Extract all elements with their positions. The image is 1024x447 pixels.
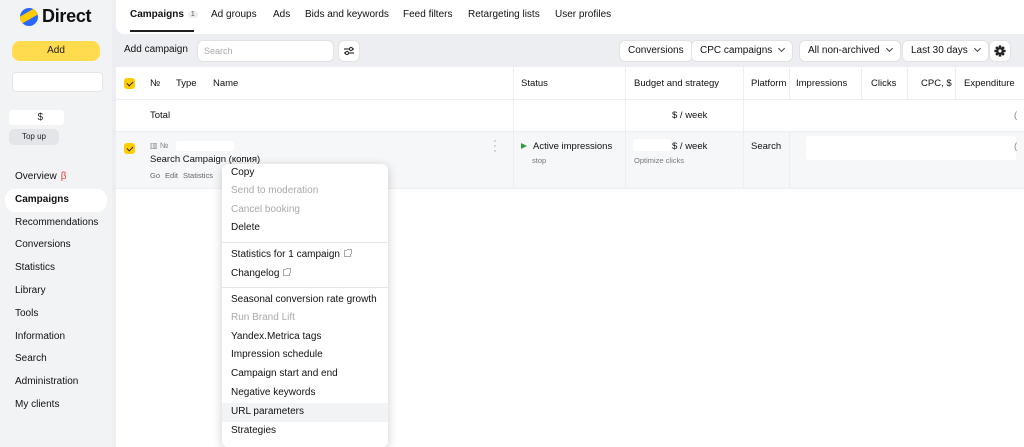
menu-item-copy[interactable]: Copy — [222, 164, 388, 183]
menu-item-send-to-moderation: Send to moderation — [231, 185, 319, 196]
menu-item-negative-keywords[interactable]: Negative keywords — [222, 384, 388, 403]
account-selector[interactable] — [12, 72, 103, 92]
campaign-type-dropdown[interactable]: CPC campaigns — [691, 40, 794, 62]
menu-divider — [222, 242, 388, 243]
menu-item-statistics-campaign[interactable]: Statistics for 1 campaign — [222, 246, 388, 265]
menu-item-brand-lift: Run Brand Lift — [231, 312, 295, 323]
tab-bids-keywords[interactable]: Bids and keywords — [305, 9, 389, 20]
logo-text: Direct — [42, 6, 92, 26]
tab-user-profiles[interactable]: User profiles — [555, 9, 611, 20]
period-dropdown[interactable]: Last 30 days — [902, 40, 989, 62]
sidebar-item-administration[interactable]: Administration — [5, 371, 107, 394]
chevron-down-icon — [778, 44, 786, 53]
dropdown-value: CPC campaigns — [700, 45, 773, 56]
top-up-button[interactable]: Top up — [9, 129, 59, 145]
add-campaign-button[interactable]: Add campaign — [116, 40, 196, 62]
sidebar: Direct Add $ Top up Overview β Campaigns … — [0, 0, 112, 447]
top-nav: Campaigns 1 Ad groups Ads Bids and keywor… — [116, 0, 1024, 34]
menu-item-campaign-start-end[interactable]: Campaign start and end — [222, 365, 388, 384]
yandex-direct-logo-icon — [20, 7, 38, 26]
sidebar-item-statistics[interactable]: Statistics — [5, 257, 107, 280]
external-link-icon — [343, 249, 352, 257]
sidebar-item-conversions[interactable]: Conversions — [5, 234, 107, 257]
menu-item-label: Statistics for 1 campaign — [231, 249, 340, 260]
chevron-down-icon — [885, 44, 893, 53]
sidebar-item-search[interactable]: Search — [5, 348, 107, 371]
dropdown-value: Last 30 days — [911, 45, 968, 56]
balance-display: $ — [9, 110, 64, 125]
tab-retargeting-lists[interactable]: Retargeting lists — [468, 9, 540, 20]
conversions-button[interactable]: Conversions — [619, 40, 693, 62]
sidebar-item-tools[interactable]: Tools — [5, 303, 107, 326]
active-tab-indicator — [130, 30, 194, 32]
menu-item-url-parameters[interactable]: URL parameters — [222, 403, 388, 422]
total-trailing-value: ( — [1014, 110, 1018, 121]
menu-item-delete[interactable]: Delete — [222, 219, 388, 238]
tab-ads[interactable]: Ads — [273, 9, 290, 20]
sidebar-item-my-clients[interactable]: My clients — [5, 394, 107, 417]
menu-item-impression-schedule[interactable]: Impression schedule — [222, 346, 388, 365]
menu-item-cancel-booking: Cancel booking — [231, 204, 300, 215]
menu-item-label: Changelog — [231, 268, 280, 279]
menu-item-strategies[interactable]: Strategies — [222, 422, 388, 441]
menu-item-metrica-tags[interactable]: Yandex.Metrica tags — [222, 328, 388, 347]
sliders-icon — [344, 46, 354, 56]
sidebar-nav: Overview β Campaigns Recommendations Conv… — [5, 166, 107, 417]
tab-count-badge: 1 — [187, 11, 198, 18]
beta-badge: β — [60, 171, 67, 182]
sidebar-item-campaigns[interactable]: Campaigns — [5, 188, 107, 212]
gear-icon — [994, 45, 1006, 57]
menu-item-changelog[interactable]: Changelog — [222, 265, 388, 284]
search-input[interactable]: Search — [197, 40, 334, 62]
tab-ad-groups[interactable]: Ad groups — [211, 9, 257, 20]
chevron-down-icon — [973, 44, 981, 53]
dropdown-value: All non-archived — [808, 45, 880, 56]
col-expenditure[interactable]: Expenditure — [964, 78, 1015, 89]
archive-filter-dropdown[interactable]: All non-archived — [799, 40, 901, 62]
stats-values — [806, 136, 1016, 160]
logo[interactable]: Direct — [20, 6, 92, 27]
settings-button[interactable] — [989, 40, 1011, 62]
menu-divider — [222, 287, 388, 288]
sidebar-item-label: Overview — [15, 171, 57, 182]
sidebar-item-information[interactable]: Information — [5, 326, 107, 349]
sidebar-item-recommendations[interactable]: Recommendations — [5, 212, 107, 235]
tab-feed-filters[interactable]: Feed filters — [403, 9, 452, 20]
add-button[interactable]: Add — [12, 41, 100, 61]
table-header: № Type Name Status Budget and strategy P… — [116, 67, 1024, 100]
sidebar-item-library[interactable]: Library — [5, 280, 107, 303]
campaign-context-menu: Copy Send to moderation Cancel booking D… — [222, 164, 388, 447]
external-link-icon — [283, 268, 292, 276]
toolbar: Add campaign Search Conversions CPC camp… — [116, 38, 1016, 64]
total-row: Total $ / week ( — [116, 100, 1024, 132]
tab-campaigns[interactable]: Campaigns 1 — [130, 9, 198, 20]
row-trailing-value: ( — [1014, 141, 1018, 152]
sidebar-item-overview[interactable]: Overview β — [5, 166, 107, 189]
filter-settings-button[interactable] — [338, 40, 360, 62]
tab-label: Campaigns — [130, 9, 184, 20]
menu-item-seasonal-conversion[interactable]: Seasonal conversion rate growth — [222, 291, 388, 310]
